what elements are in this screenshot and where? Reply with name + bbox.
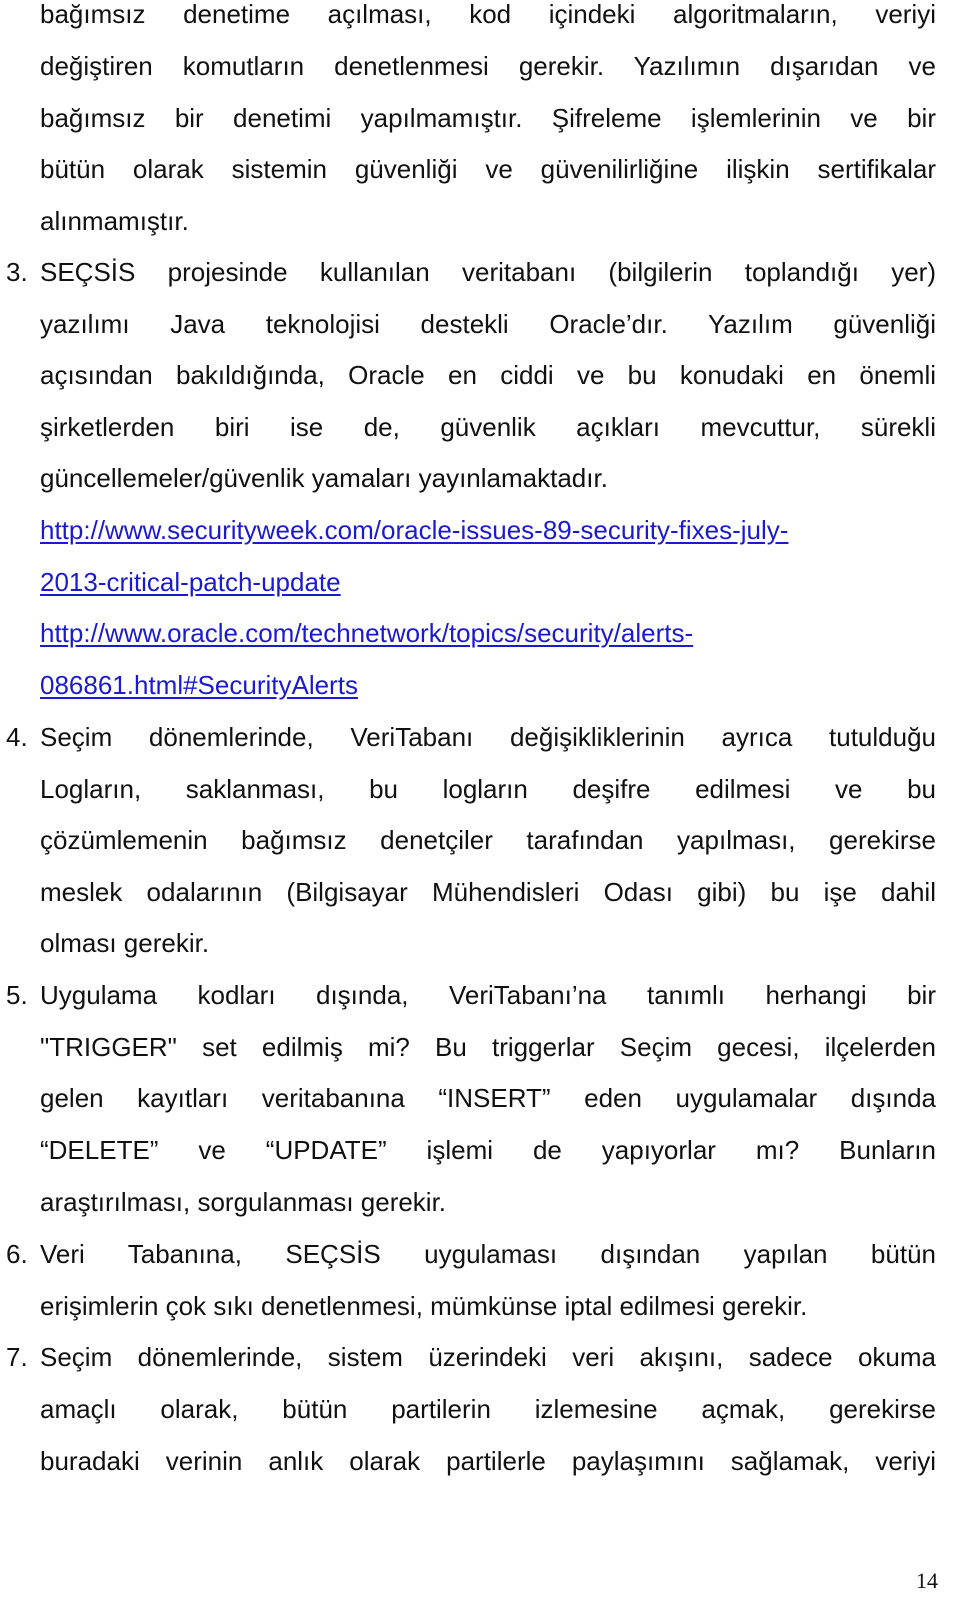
securityweek-link-cont[interactable]: 2013-critical-patch-update: [40, 567, 341, 597]
item-line: erişimlerin çok sıkı denetlenmesi, mümkü…: [40, 1291, 808, 1321]
item-line: çözümlemenin bağımsız denetçiler tarafın…: [40, 825, 936, 855]
oracle-alerts-link[interactable]: http://www.oracle.com/technetwork/topics…: [40, 618, 693, 648]
item-number: 4.: [6, 722, 28, 752]
item-line: şirketlerden biri ise de, güvenlik açıkl…: [40, 412, 936, 442]
item-line: Seçim dönemlerinde, VeriTabanı değişikli…: [40, 722, 936, 752]
item-line: güncellemeler/güvenlik yamaları yayınlam…: [40, 463, 608, 493]
item-number: 7.: [6, 1342, 28, 1372]
item-line: buradaki verinin anlık olarak partilerle…: [40, 1446, 936, 1476]
item-line: Veri Tabanına, SEÇSİS uygulaması dışında…: [40, 1239, 936, 1269]
item-line: meslek odalarının (Bilgisayar Mühendisle…: [40, 877, 936, 907]
item-line: olması gerekir.: [40, 928, 210, 958]
item-line: amaçlı olarak, bütün partilerin izlemesi…: [40, 1394, 936, 1424]
intro-line: bağımsız bir denetimi yapılmamıştır. Şif…: [40, 103, 936, 133]
item-number: 3.: [6, 257, 28, 287]
document-page: bağımsız denetime açılması, kod içindeki…: [0, 0, 960, 1604]
intro-line: alınmamıştır.: [40, 206, 189, 236]
item-line: "TRIGGER" set edilmiş mi? Bu triggerlar …: [40, 1032, 936, 1062]
securityweek-link[interactable]: http://www.securityweek.com/oracle-issue…: [40, 515, 788, 545]
item-line: gelen kayıtları veritabanına “INSERT” ed…: [40, 1083, 936, 1113]
item-line: Logların, saklanması, bu logların deşifr…: [40, 774, 936, 804]
item-line: Seçim dönemlerinde, sistem üzerindeki ve…: [40, 1342, 936, 1372]
page-number: 14: [916, 1568, 938, 1593]
item-number: 5.: [6, 980, 28, 1010]
item-number: 6.: [6, 1239, 28, 1269]
item-line: açısından bakıldığında, Oracle en ciddi …: [40, 360, 936, 390]
intro-line: değiştiren komutların denetlenmesi gerek…: [40, 51, 936, 81]
intro-line: bağımsız denetime açılması, kod içindeki…: [40, 0, 936, 29]
item-line: SEÇSİS projesinde kullanılan veritabanı …: [40, 257, 936, 287]
item-line: “DELETE” ve “UPDATE” işlemi de yapıyorla…: [40, 1135, 936, 1165]
item-line: Uygulama kodları dışında, VeriTabanı’na …: [40, 980, 936, 1010]
intro-line: bütün olarak sistemin güvenliği ve güven…: [40, 154, 936, 184]
oracle-alerts-link-cont[interactable]: 086861.html#SecurityAlerts: [40, 670, 358, 700]
item-line: yazılımı Java teknolojisi destekli Oracl…: [40, 309, 936, 339]
item-line: araştırılması, sorgulanması gerekir.: [40, 1187, 447, 1217]
